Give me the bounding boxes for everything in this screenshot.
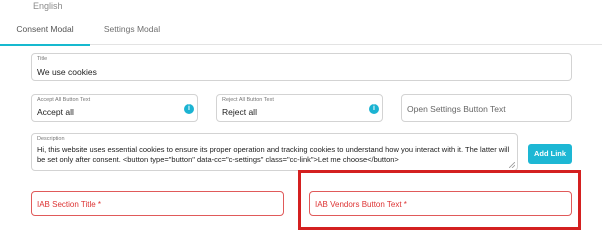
tab-settings-modal[interactable]: Settings Modal — [90, 14, 174, 44]
info-icon[interactable]: i — [184, 104, 194, 114]
description-label: Description — [37, 136, 65, 142]
iab-section-title-placeholder: IAB Section Title * — [37, 200, 102, 209]
description-field[interactable]: Description Hi, this website uses essent… — [31, 133, 518, 171]
accept-all-label: Accept All Button Text — [37, 97, 91, 103]
title-field[interactable]: Title We use cookies — [31, 53, 572, 81]
title-field-label: Title — [37, 56, 48, 62]
info-icon[interactable]: i — [369, 104, 379, 114]
modal-tabs: Consent Modal Settings Modal — [0, 14, 602, 46]
description-text: Hi, this website uses essential cookies … — [37, 145, 510, 164]
language-label: English — [33, 1, 63, 11]
iab-section-title-field[interactable]: IAB Section Title * — [31, 191, 284, 216]
title-field-value: We use cookies — [37, 67, 97, 77]
accept-all-value: Accept all — [37, 107, 74, 117]
resize-grip-icon[interactable] — [509, 162, 515, 168]
reject-all-label: Reject All Button Text — [222, 97, 274, 103]
highlight-annotation-box — [298, 170, 581, 230]
reject-all-field[interactable]: Reject All Button Text Reject all i — [216, 94, 383, 122]
open-settings-field[interactable]: Open Settings Button Text — [401, 94, 572, 122]
tab-consent-modal[interactable]: Consent Modal — [0, 14, 90, 46]
add-link-button[interactable]: Add Link — [528, 144, 572, 164]
open-settings-placeholder: Open Settings Button Text — [407, 104, 506, 114]
accept-all-field[interactable]: Accept All Button Text Accept all i — [31, 94, 198, 122]
reject-all-value: Reject all — [222, 107, 257, 117]
